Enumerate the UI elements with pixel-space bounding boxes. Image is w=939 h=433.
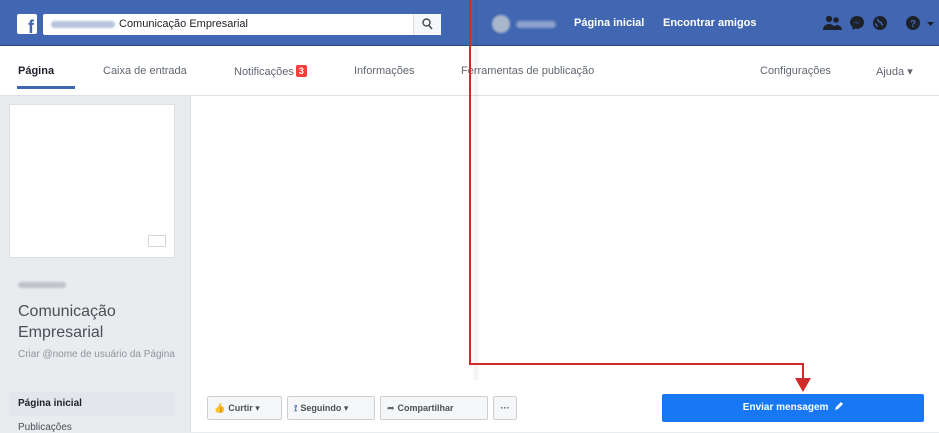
tab-settings[interactable]: Configurações [760, 65, 831, 77]
send-message-button[interactable]: Enviar mensagem [662, 394, 924, 422]
sidebar-item-posts[interactable]: Publicações [18, 422, 72, 433]
send-message-label: Enviar mensagem [742, 402, 829, 413]
tab-notifications-label: Notificações [234, 66, 294, 78]
avatar[interactable] [492, 15, 510, 33]
page-tab-bar: Página Caixa de entrada Notificações 3 In… [0, 46, 939, 96]
tab-inbox[interactable]: Caixa de entrada [103, 65, 187, 77]
pencil-icon [831, 402, 844, 413]
tab-notifications[interactable]: Notificações 3 [234, 65, 307, 78]
annotation-shadow [472, 0, 480, 380]
search-input[interactable]: Comunicação Empresarial [43, 14, 441, 35]
rss-icon: ⟟ [294, 403, 298, 413]
notification-badge: 3 [295, 65, 307, 77]
top-navigation-bar: f Comunicação Empresarial Página inicial… [0, 0, 939, 46]
page-title: Comunicação Empresarial [18, 303, 116, 341]
more-options-button[interactable]: ··· [493, 396, 517, 420]
top-icon-group: ? [823, 15, 934, 35]
search-button[interactable] [413, 14, 441, 35]
svg-text:?: ? [910, 19, 916, 30]
profile-picture[interactable] [9, 104, 175, 258]
tab-help[interactable]: Ajuda ▾ [876, 65, 913, 78]
blurred-text [18, 282, 66, 288]
tab-information[interactable]: Informações [354, 65, 415, 77]
left-sidebar: Comunicação Empresarial Criar @nome de u… [0, 96, 185, 433]
search-icon [422, 18, 433, 30]
facebook-logo-icon[interactable]: f [17, 14, 37, 36]
active-tab-indicator [17, 86, 75, 89]
following-button[interactable]: ⟟ Seguindo ▾ [287, 396, 375, 420]
share-button[interactable]: ➦ Compartilhar [380, 396, 488, 420]
camera-icon[interactable] [148, 235, 166, 247]
help-icon[interactable]: ? [905, 15, 921, 34]
tab-page[interactable]: Página [18, 65, 54, 77]
share-label: Compartilhar [397, 403, 454, 413]
friend-requests-icon[interactable] [823, 15, 843, 34]
globe-notifications-icon[interactable] [872, 15, 888, 34]
account-menu-chevron-icon[interactable] [927, 18, 934, 30]
find-friends-link[interactable]: Encontrar amigos [663, 17, 757, 29]
messenger-icon[interactable] [849, 15, 865, 34]
tab-publishing-tools[interactable]: Ferramentas de publicação [461, 65, 594, 77]
blurred-text [51, 20, 115, 28]
thumbs-up-icon: 👍 [214, 403, 226, 413]
share-icon: ➦ [387, 403, 395, 413]
create-username-link[interactable]: Criar @nome de usuário da Página [18, 348, 178, 361]
home-link[interactable]: Página inicial [574, 17, 644, 29]
following-label: Seguindo ▾ [300, 403, 349, 413]
like-button[interactable]: 👍 Curtir ▾ [207, 396, 282, 420]
search-value: Comunicação Empresarial [119, 18, 248, 30]
like-label: Curtir ▾ [228, 403, 260, 413]
blurred-user-name[interactable] [516, 21, 556, 28]
sidebar-item-home[interactable]: Página inicial [9, 392, 175, 416]
cover-photo-area[interactable] [190, 96, 939, 432]
